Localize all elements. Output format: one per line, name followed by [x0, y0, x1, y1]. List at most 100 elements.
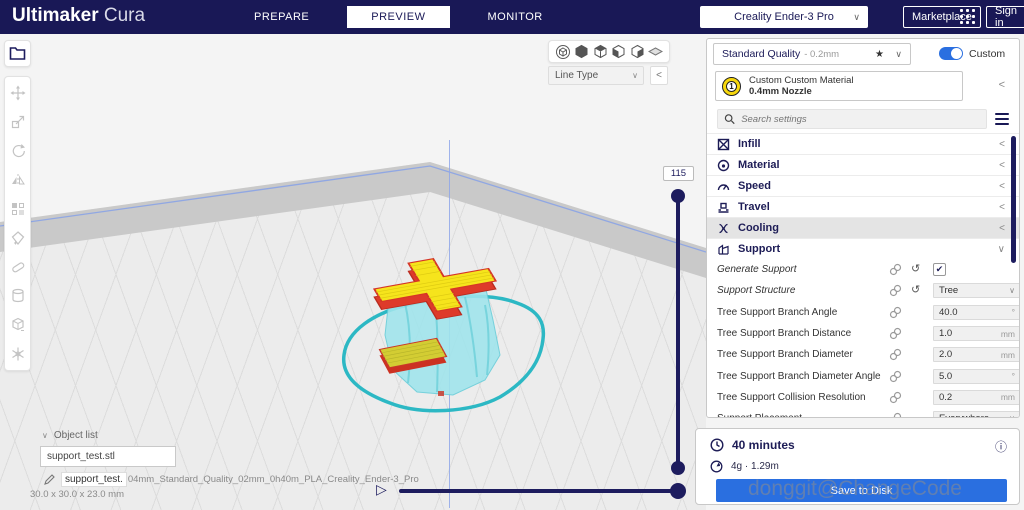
profile-dropdown[interactable]: Standard Quality - 0.2mm ★ ∨	[713, 43, 911, 65]
cube-tool-icon[interactable]	[10, 317, 26, 333]
color-scheme-dropdown[interactable]: Line Type ∨	[548, 66, 644, 85]
tab-preview[interactable]: PREVIEW	[347, 6, 449, 28]
cylinder-tool-icon[interactable]	[10, 288, 26, 304]
setting-label: Generate Support	[717, 264, 895, 275]
field-unit: °	[1012, 371, 1015, 381]
folder-icon	[9, 46, 26, 61]
rotate-tool-icon[interactable]	[10, 143, 26, 159]
cooling-icon	[717, 222, 730, 235]
search-row	[707, 105, 1019, 133]
view-bottom-icon[interactable]	[648, 46, 663, 57]
branch-angle-field[interactable]: 40.0°	[933, 305, 1020, 320]
branch-distance-field[interactable]: 1.0mm	[933, 326, 1020, 341]
job-name-input[interactable]: support_test.	[61, 472, 127, 487]
category-cooling[interactable]: Cooling<	[707, 217, 1019, 238]
top-bar: Ultimaker Cura PREPARE PREVIEW MONITOR C…	[0, 0, 1024, 34]
view-front-icon[interactable]	[574, 44, 589, 59]
calibration-shapes-icon[interactable]	[10, 346, 26, 362]
profile-name: Standard Quality	[722, 48, 800, 60]
layer-slider-top-handle[interactable]	[671, 189, 685, 203]
per-model-settings-icon[interactable]	[10, 201, 26, 217]
move-tool-icon[interactable]	[10, 85, 26, 101]
link-icon[interactable]	[889, 306, 902, 319]
app-logo: Ultimaker Cura	[12, 5, 145, 27]
job-name-row: support_test. 04mm_Standard_Quality_02mm…	[44, 472, 419, 487]
category-material[interactable]: Material<	[707, 154, 1019, 175]
view-top-icon[interactable]	[593, 44, 608, 59]
setting-row-branch-diameter: Tree Support Branch Diameter 2.0mm	[707, 344, 1019, 365]
category-label: Travel	[738, 201, 770, 213]
view-right-icon[interactable]	[630, 44, 645, 59]
link-icon[interactable]	[889, 370, 902, 383]
category-travel[interactable]: Travel <	[707, 196, 1019, 217]
custom-toggle-row: Custom ×	[939, 47, 1020, 60]
save-to-disk-button[interactable]: Save to Disk	[716, 479, 1007, 502]
chevron-expanded-icon: ∨	[998, 244, 1005, 255]
printer-selector[interactable]: Creality Ender-3 Pro ∨	[700, 6, 868, 28]
revert-icon[interactable]: ↺	[911, 264, 920, 275]
extruder-card[interactable]: 1 Custom Custom Material 0.4mm Nozzle	[715, 71, 963, 101]
link-icon[interactable]	[889, 391, 902, 404]
printer-name: Creality Ender-3 Pro	[734, 11, 834, 23]
category-support[interactable]: Support∨	[707, 238, 1019, 259]
profile-layer-height: - 0.2mm	[804, 49, 839, 60]
category-infill[interactable]: Infill<	[707, 133, 1019, 154]
extruder-material: Custom Custom Material	[749, 75, 854, 86]
search-input[interactable]	[741, 114, 980, 125]
category-label: Cooling	[738, 222, 779, 234]
camera-view-toolbar	[548, 40, 670, 63]
link-icon[interactable]	[889, 284, 902, 297]
chevron-down-icon: ∨	[895, 49, 902, 60]
scale-tool-icon[interactable]	[10, 114, 26, 130]
chevron-down-icon: ∨	[1009, 286, 1015, 295]
setting-label: Tree Support Branch Distance	[717, 328, 895, 339]
chevron-down-icon: ∨	[1009, 414, 1015, 418]
simulation-slider-track[interactable]	[399, 489, 673, 493]
view-left-icon[interactable]	[611, 44, 626, 59]
layer-slider-track[interactable]	[676, 190, 680, 474]
revert-icon[interactable]: ↺	[911, 285, 920, 296]
stage-tabs: PREPARE PREVIEW MONITOR	[240, 0, 557, 34]
link-icon[interactable]	[889, 412, 902, 418]
info-icon[interactable]: ⓘ	[995, 438, 1007, 455]
link-icon[interactable]	[889, 327, 902, 340]
field-value: 40.0	[939, 307, 958, 318]
dock-panel-icon[interactable]	[1019, 48, 1020, 60]
setting-label: Tree Support Branch Diameter	[717, 349, 895, 360]
simulation-slider-handle[interactable]	[670, 483, 686, 499]
custom-support-icon[interactable]	[10, 259, 26, 275]
mirror-tool-icon[interactable]	[10, 172, 26, 188]
setting-row-generate-support: Generate Support ↺ ✔	[707, 259, 1019, 280]
support-placement-dropdown[interactable]: Everywhere∨	[933, 411, 1020, 418]
link-icon[interactable]	[889, 348, 902, 361]
tab-monitor[interactable]: MONITOR	[474, 6, 557, 28]
support-blocker-icon[interactable]	[10, 230, 26, 246]
category-speed[interactable]: Speed<	[707, 175, 1019, 196]
custom-toggle[interactable]	[939, 47, 963, 60]
generate-support-checkbox[interactable]: ✔	[933, 263, 946, 276]
edit-pencil-icon[interactable]	[44, 474, 55, 485]
settings-scrollbar[interactable]	[1011, 136, 1016, 263]
collision-resolution-field[interactable]: 0.2mm	[933, 390, 1020, 405]
layer-slider-bottom-handle[interactable]	[671, 461, 685, 475]
search-box[interactable]	[717, 109, 987, 129]
diameter-angle-field[interactable]: 5.0°	[933, 369, 1020, 384]
category-label: Infill	[738, 138, 761, 150]
play-simulation-button[interactable]: ▷	[376, 481, 387, 498]
collapse-view-panel-button[interactable]: <	[650, 66, 668, 85]
object-list-header[interactable]: ∨ Object list	[42, 430, 98, 441]
tab-prepare[interactable]: PREPARE	[240, 6, 323, 28]
settings-menu-icon[interactable]	[995, 113, 1009, 125]
support-structure-dropdown[interactable]: Tree∨	[933, 283, 1020, 298]
setting-row-support-structure: Support Structure ↺ Tree∨	[707, 280, 1019, 301]
link-icon[interactable]	[889, 263, 902, 276]
branch-diameter-field[interactable]: 2.0mm	[933, 347, 1020, 362]
sign-in-button[interactable]: Sign in	[986, 6, 1024, 28]
print-settings-panel: Standard Quality - 0.2mm ★ ∨ Custom × 1 …	[706, 38, 1020, 418]
chevron-collapsed-icon: <	[999, 202, 1005, 213]
open-file-button[interactable]	[4, 40, 31, 67]
object-list-item[interactable]: support_test.stl	[40, 446, 176, 467]
view-3d-icon[interactable]	[555, 44, 571, 60]
collapse-extruder-button[interactable]: <	[999, 79, 1005, 91]
applications-icon[interactable]	[960, 9, 976, 25]
